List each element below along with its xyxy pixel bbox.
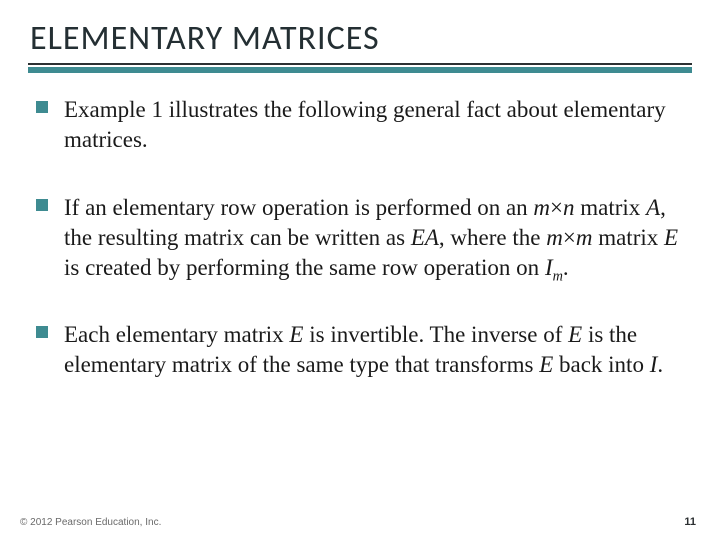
square-bullet-icon <box>36 199 48 211</box>
square-bullet-icon <box>36 326 48 338</box>
bullet-item: Example 1 illustrates the following gene… <box>36 95 692 155</box>
bullet-text: Each elementary matrix E is invertible. … <box>64 322 663 377</box>
page-number: 11 <box>684 516 696 528</box>
rule-thick <box>28 67 692 73</box>
slide: ELEMENTARY MATRICES Example 1 illustrate… <box>0 0 720 540</box>
bullet-text: Example 1 illustrates the following gene… <box>64 97 666 152</box>
bullet-item: If an elementary row operation is perfor… <box>36 193 692 283</box>
copyright-footer: © 2012 Pearson Education, Inc. <box>20 517 161 528</box>
square-bullet-icon <box>36 101 48 113</box>
rule-thin <box>28 63 692 65</box>
bullet-item: Each elementary matrix E is invertible. … <box>36 320 692 380</box>
title-rules <box>28 63 692 73</box>
slide-title: ELEMENTARY MATRICES <box>28 18 692 61</box>
bullet-list: Example 1 illustrates the following gene… <box>28 95 692 380</box>
bullet-text: If an elementary row operation is perfor… <box>64 195 678 280</box>
